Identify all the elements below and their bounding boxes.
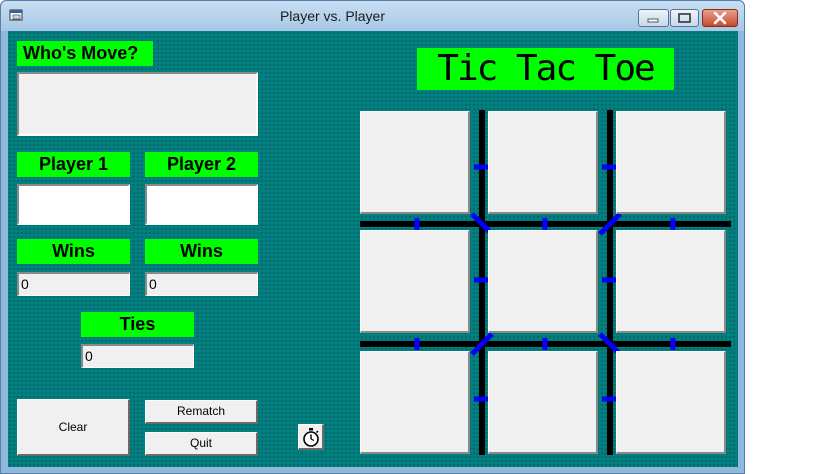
player2-wins-field: 0	[145, 272, 258, 296]
board-cell-8[interactable]	[488, 351, 598, 454]
title-bar[interactable]: Player vs. Player	[1, 1, 744, 31]
whos-move-display	[17, 72, 258, 136]
player2-name-input[interactable]	[145, 184, 258, 225]
board-cell-6[interactable]	[616, 230, 726, 333]
board-cell-9[interactable]	[616, 351, 726, 454]
quit-button[interactable]: Quit	[145, 432, 258, 456]
player1-name-input[interactable]	[17, 184, 130, 225]
board-cell-4[interactable]	[360, 230, 470, 333]
window-title: Player vs. Player	[279, 8, 386, 24]
clear-button[interactable]: Clear	[17, 399, 130, 456]
minimize-icon	[647, 18, 659, 23]
minimize-button[interactable]	[638, 9, 669, 27]
stopwatch-icon	[303, 428, 319, 447]
game-title-banner: Tic Tac Toe	[417, 48, 674, 90]
close-icon	[713, 11, 727, 25]
timer-control	[298, 424, 324, 450]
player2-wins-label: Wins	[145, 239, 258, 264]
board-cell-1[interactable]	[360, 111, 470, 214]
player2-label: Player 2	[145, 152, 258, 177]
app-window: Player vs. Player Who's Move? Player 1 P…	[0, 0, 745, 474]
board-cell-3[interactable]	[616, 111, 726, 214]
ties-label: Ties	[81, 312, 194, 337]
player1-wins-label: Wins	[17, 239, 130, 264]
ties-field: 0	[81, 344, 194, 368]
whos-move-label: Who's Move?	[17, 41, 153, 66]
player1-wins-field: 0	[17, 272, 130, 296]
board-cell-7[interactable]	[360, 351, 470, 454]
board-cell-2[interactable]	[488, 111, 598, 214]
close-button[interactable]	[702, 9, 738, 27]
rematch-button[interactable]: Rematch	[145, 400, 258, 424]
maximize-icon	[678, 13, 691, 23]
game-form: Who's Move? Player 1 Player 2 Wins Wins …	[8, 31, 738, 467]
maximize-button[interactable]	[670, 9, 699, 27]
player1-label: Player 1	[17, 152, 130, 177]
board-cell-5[interactable]	[488, 230, 598, 333]
